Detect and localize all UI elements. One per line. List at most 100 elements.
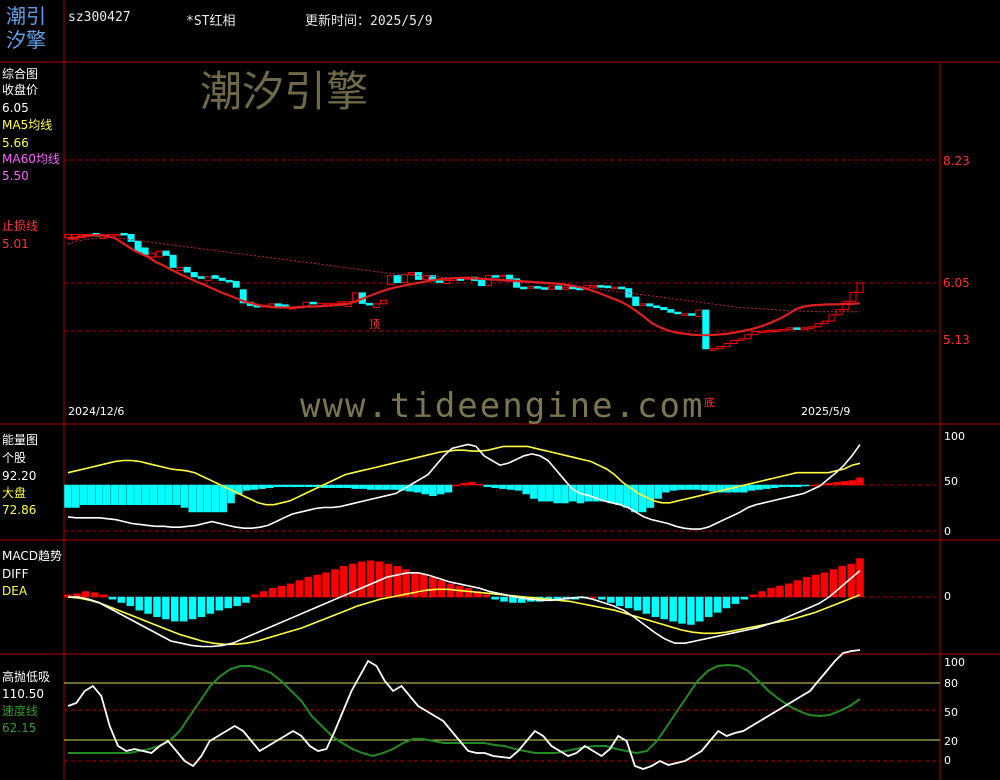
macd-bar-50 — [509, 596, 517, 603]
end-date: 2025/5/9 — [801, 405, 851, 418]
energy-bar-36 — [343, 484, 352, 488]
energy-bar-46 — [421, 484, 429, 495]
macd-bar-21 — [251, 594, 259, 598]
energy-stock-label: 个股 — [2, 451, 27, 465]
macd-bar-84 — [811, 574, 820, 598]
energy-bar-24 — [250, 484, 259, 490]
macd-bar-30 — [331, 569, 339, 598]
energy-bar-11 — [149, 484, 158, 506]
candle-68 — [541, 287, 549, 290]
macd-bar-34 — [366, 560, 375, 598]
energy-bar-25 — [258, 484, 266, 489]
candle-24 — [232, 280, 240, 288]
candle-76 — [597, 285, 605, 288]
candle-39 — [337, 301, 345, 304]
macd-diff-label: DIFF — [2, 567, 29, 581]
energy-bar-54 — [483, 484, 492, 488]
candle-77 — [604, 285, 612, 289]
macd-bar-60 — [598, 596, 606, 600]
candle-44 — [372, 303, 380, 309]
macd-bar-31 — [340, 565, 348, 598]
ma60-value: 5.50 — [2, 169, 29, 183]
energy-bar-9 — [134, 484, 142, 506]
candle-105 — [800, 327, 808, 330]
watermark-url: www.tideengine.com — [300, 386, 705, 426]
energy-bar-63 — [553, 484, 561, 504]
candle-61 — [492, 275, 500, 278]
candle-45 — [379, 299, 387, 305]
macd-bar-73 — [713, 596, 722, 613]
macd-bar-89 — [856, 558, 864, 598]
candle-104 — [793, 327, 801, 330]
candle-88 — [681, 313, 689, 316]
macd-bar-75 — [731, 596, 740, 604]
energy-tick-0: 0 — [944, 525, 951, 538]
candle-59 — [478, 279, 486, 287]
energy-bar-14 — [172, 484, 181, 506]
energy-bar-94 — [794, 484, 802, 488]
energy-bar-92 — [778, 484, 787, 488]
energy-bar-3 — [87, 484, 96, 506]
macd-bar-65 — [642, 596, 651, 614]
candle-47 — [393, 275, 401, 283]
energy-bar-12 — [157, 484, 165, 506]
energy-bar-67 — [584, 484, 592, 502]
energy-bar-2 — [79, 484, 88, 506]
energy-bar-13 — [165, 484, 173, 506]
candle-12 — [148, 252, 156, 258]
energy-bar-49 — [444, 484, 453, 493]
candle-107 — [814, 323, 822, 328]
energy-bar-98 — [825, 482, 833, 486]
energy-bar-58 — [514, 484, 523, 491]
candle-14 — [162, 250, 170, 256]
energy-bar-96 — [809, 484, 818, 487]
candle-18 — [190, 272, 198, 278]
macd-bar-49 — [500, 596, 508, 602]
energy-bar-102 — [856, 477, 864, 486]
energy-bar-27 — [273, 484, 282, 488]
ma5-value: 5.66 — [2, 136, 29, 150]
candle-0 — [64, 233, 72, 239]
logo-bottom: 汐擎 — [6, 28, 46, 52]
macd-bar-3 — [90, 592, 99, 598]
energy-bar-23 — [242, 484, 251, 491]
macd-bar-64 — [633, 596, 642, 611]
macd-bar-61 — [607, 596, 615, 603]
close-value: 6.05 — [2, 101, 29, 115]
energy-bar-51 — [460, 482, 468, 486]
stock-code: sz300427 — [68, 10, 131, 25]
candle-112 — [849, 291, 857, 302]
energy-bar-5 — [103, 484, 111, 506]
energy-title: 能量图 — [2, 433, 39, 447]
energy-bar-45 — [413, 484, 422, 493]
macd-title: MACD趋势 — [2, 549, 62, 563]
energy-bar-42 — [390, 484, 398, 490]
macd-bar-10 — [153, 596, 161, 618]
candle-99 — [758, 330, 766, 333]
candle-83 — [646, 303, 654, 307]
ma60-label: MA60均线 — [2, 152, 60, 166]
candle-67 — [534, 286, 542, 289]
macd-bar-45 — [464, 587, 473, 598]
macd-bar-11 — [162, 596, 170, 620]
candle-81 — [632, 296, 640, 306]
macd-bar-20 — [242, 596, 250, 603]
candle-87 — [674, 311, 682, 315]
candle-15 — [169, 254, 177, 268]
energy-bar-77 — [662, 484, 670, 493]
candle-19 — [197, 276, 205, 279]
macd-bar-78 — [758, 591, 766, 598]
candle-91 — [702, 309, 710, 350]
energy-bar-8 — [126, 484, 134, 506]
stop-value: 5.01 — [2, 237, 29, 251]
macd-bar-6 — [117, 596, 126, 603]
candle-108 — [821, 320, 829, 325]
energy-market-value: 72.86 — [2, 503, 37, 517]
energy-bar-17 — [196, 484, 204, 513]
macd-bar-83 — [802, 576, 811, 598]
energy-bar-79 — [677, 484, 686, 490]
hilo-title: 高抛低吸 — [2, 670, 51, 684]
energy-bar-99 — [832, 482, 841, 486]
energy-bar-18 — [204, 484, 212, 513]
energy-bar-39 — [367, 484, 375, 490]
